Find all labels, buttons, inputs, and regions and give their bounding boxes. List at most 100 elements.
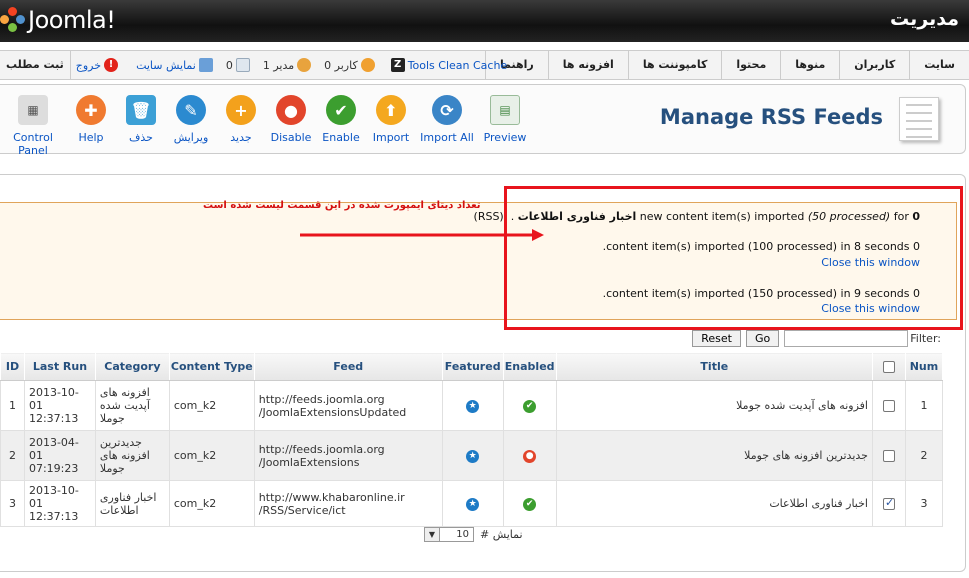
chevron-down-icon: ▼ — [425, 528, 440, 541]
logout-icon: ! — [104, 58, 119, 72]
last-run-time: 12:37:13 — [28, 510, 79, 523]
cell-num: 1 — [904, 380, 944, 431]
new-button[interactable]: + جدید — [216, 95, 266, 157]
featured-icon[interactable]: ★ — [466, 498, 480, 511]
limit-select[interactable]: ▼ 10 — [424, 527, 474, 542]
help-button[interactable]: ✚ Help — [66, 95, 116, 157]
limit-label: نمایش # — [480, 528, 523, 541]
filter-input[interactable] — [784, 330, 909, 347]
enable-icon: ✔ — [326, 95, 356, 125]
featured-icon[interactable]: ★ — [466, 450, 480, 463]
col-feed[interactable]: Feed — [253, 352, 443, 381]
disable-label: Disable — [270, 131, 312, 144]
col-content-type[interactable]: Content Type — [168, 352, 255, 381]
filter-label: Filter: — [910, 332, 941, 345]
menu-menus[interactable]: منوها — [780, 51, 839, 79]
messages-count[interactable]: 0 — [226, 58, 253, 72]
import-all-icon: ⟳ — [432, 95, 462, 125]
control-panel-button[interactable]: ▦ Control Panel — [0, 95, 66, 157]
tools-clean-cache-link[interactable]: Z Tools Clean Cache — [388, 58, 507, 72]
main-menu-bar: سایت کاربران منوها محتوا کامپوننت ها افز… — [0, 50, 969, 80]
preview-button[interactable]: ▤ Preview — [478, 95, 532, 157]
cell-title[interactable]: اخبار فناوری اطلاعات — [555, 480, 873, 527]
select-all-checkbox[interactable] — [882, 361, 895, 373]
logout-label: خروج — [75, 58, 102, 72]
rss-feeds-table: ID Last Run Category Content Type Feed F… — [0, 352, 944, 527]
cell-content-type: com_k2 — [168, 480, 255, 527]
delete-label: حذف — [129, 131, 153, 144]
filter-bar: Reset Go Filter: — [692, 330, 941, 347]
enable-button[interactable]: ✔ Enable — [316, 95, 366, 157]
annotation-highlight-box — [504, 186, 963, 330]
cell-title[interactable]: جدیدترین افزونه های جوملا — [555, 430, 873, 481]
menu-extensions[interactable]: افزونه ها — [547, 51, 628, 79]
new-label: جدید — [230, 131, 252, 144]
cell-id: 3 — [0, 480, 25, 527]
enable-label: Enable — [322, 131, 360, 144]
reset-button[interactable]: Reset — [692, 330, 741, 347]
preview-label: Preview — [483, 131, 527, 144]
admins-online: 1 مدیر — [263, 58, 314, 72]
col-enabled[interactable]: Enabled — [502, 352, 557, 381]
import-label: Import — [372, 131, 410, 144]
cell-checkbox — [871, 480, 906, 527]
disable-button[interactable]: ● Disable — [266, 95, 316, 157]
cell-category: جدیدترین افزونه های جوملا — [94, 430, 170, 481]
cell-id: 1 — [0, 380, 25, 431]
pagination: ▼ 10 نمایش # — [424, 527, 523, 542]
col-id[interactable]: ID — [0, 352, 25, 381]
cell-last-run: 2013-10-01 12:37:13 — [23, 380, 96, 431]
col-title[interactable]: Title — [555, 352, 873, 381]
disabled-icon[interactable]: ● — [523, 450, 537, 463]
users-icon — [360, 58, 375, 72]
help-icon: ✚ — [76, 95, 106, 125]
admin-title: مدیریت — [890, 8, 959, 30]
feed-url-line2: /JoomlaExtensions — [258, 455, 360, 469]
col-category[interactable]: Category — [94, 352, 170, 381]
cell-featured: ★ — [441, 480, 504, 527]
joomla-logo[interactable]: Joomla! — [0, 6, 116, 34]
help-label: Help — [78, 131, 104, 144]
enabled-icon[interactable]: ✔ — [523, 400, 537, 413]
users-online: 0 کاربر — [324, 58, 378, 72]
import-button[interactable]: ⬆ Import — [366, 95, 416, 157]
menu-users[interactable]: کاربران — [839, 51, 909, 79]
import-all-button[interactable]: ⟳ Import All — [416, 95, 478, 157]
view-site-link[interactable]: نمایش سایت — [136, 58, 216, 72]
table-row: 1 2013-10-01 12:37:13 افزونه های آپدیت شد… — [0, 380, 944, 431]
enabled-icon[interactable]: ✔ — [523, 498, 537, 511]
cell-id: 2 — [0, 430, 25, 481]
col-featured[interactable]: Featured — [441, 352, 504, 381]
feed-url-line1: http://www.khabaronline.ir — [258, 490, 405, 504]
last-run-date: 2013-04-01 — [28, 436, 79, 462]
menu-site[interactable]: سایت — [909, 51, 969, 79]
cell-num: 2 — [904, 430, 944, 481]
cell-content-type: com_k2 — [168, 380, 255, 431]
row-checkbox[interactable] — [882, 450, 895, 462]
menu-components[interactable]: کامپوننت ها — [627, 51, 722, 79]
featured-icon[interactable]: ★ — [466, 400, 480, 413]
delete-button[interactable]: 🗑 حذف — [116, 95, 166, 157]
new-post-button[interactable]: ثبت مطلب — [0, 51, 71, 79]
go-button[interactable]: Go — [745, 330, 780, 347]
cell-last-run: 2013-04-01 07:19:23 — [23, 430, 96, 481]
cell-feed: http://feeds.joomla.org/JoomlaExtensions — [253, 430, 443, 481]
row-checkbox[interactable] — [882, 496, 895, 510]
row-checkbox[interactable] — [882, 400, 895, 412]
annotation-arrow-icon — [300, 229, 544, 241]
disable-icon: ● — [276, 95, 306, 125]
page-title: Manage RSS Feeds — [659, 105, 883, 129]
control-panel-icon: ▦ — [18, 95, 48, 125]
cell-enabled: ✔ — [502, 380, 557, 431]
menu-content[interactable]: محتوا — [721, 51, 780, 79]
cell-feed: http://www.khabaronline.ir/RSS/Service/i… — [253, 480, 443, 527]
main-menu: سایت کاربران منوها محتوا کامپوننت ها افز… — [485, 51, 969, 79]
admin-icon — [297, 58, 312, 72]
admins-online-label: 1 مدیر — [262, 58, 295, 72]
edit-button[interactable]: ✎ ویرایش — [166, 95, 216, 157]
logout-link[interactable]: خروج ! — [76, 58, 121, 72]
cell-feed: http://feeds.joomla.org/JoomlaExtensions… — [253, 380, 443, 431]
col-last-run[interactable]: Last Run — [23, 352, 96, 381]
last-run-date: 2013-10-01 — [28, 484, 79, 510]
cell-title[interactable]: افزونه های آپدیت شده جوملا — [555, 380, 873, 431]
